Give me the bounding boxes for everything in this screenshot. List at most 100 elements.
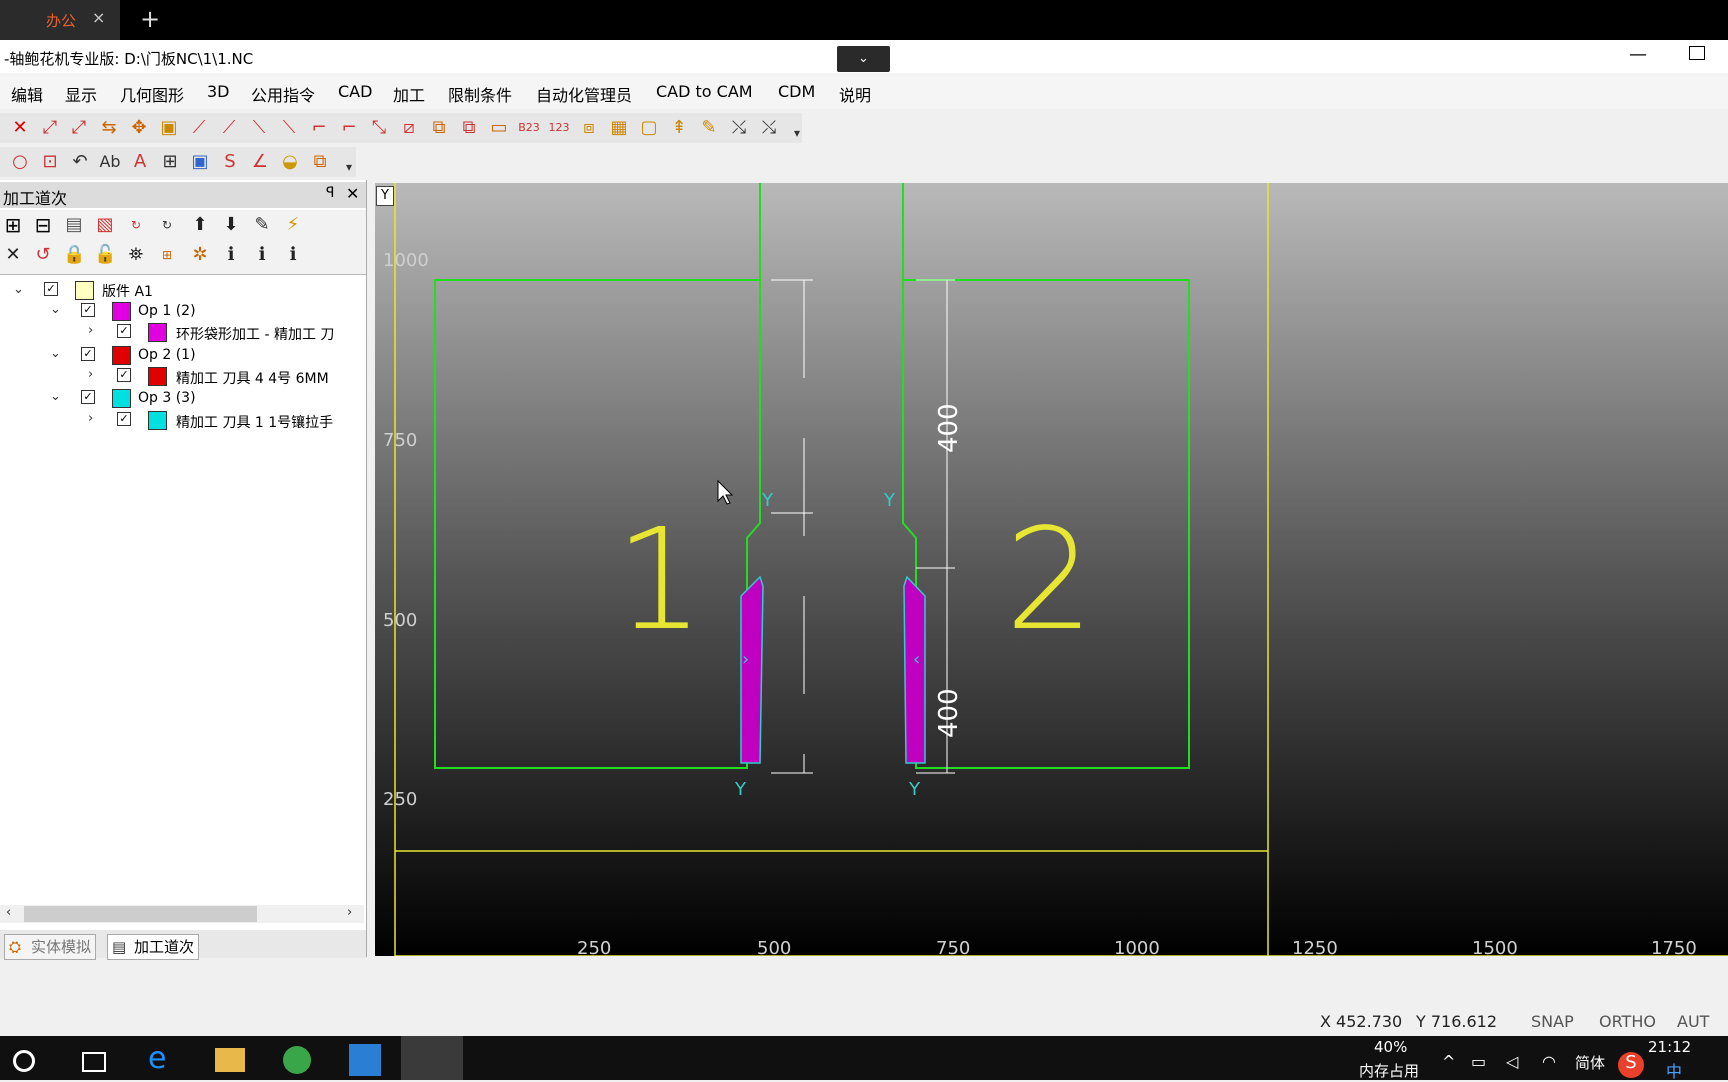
tree-item-op3-detail[interactable]: 精加工 刀具 1 1号镶拉手 bbox=[176, 412, 333, 432]
menu-3d[interactable]: 3D bbox=[207, 82, 230, 101]
menu-automation-manager[interactable]: 自动化管理员 bbox=[536, 82, 632, 106]
lock-icon[interactable]: 🔒 bbox=[63, 244, 85, 266]
panel-close-icon[interactable]: ✕ bbox=[346, 184, 359, 203]
line-edit-icon[interactable]: ⤢ bbox=[39, 117, 61, 139]
menu-machining[interactable]: 加工 bbox=[393, 82, 425, 106]
trim2-icon[interactable]: ⟋ bbox=[218, 117, 240, 139]
align-icon[interactable]: ⇞ bbox=[668, 117, 690, 139]
file-explorer-icon[interactable] bbox=[215, 1048, 245, 1072]
ellipse-icon[interactable]: ◒ bbox=[279, 151, 301, 173]
close-tab-icon[interactable]: × bbox=[92, 8, 105, 27]
renumber-op-icon[interactable]: ↻ bbox=[125, 214, 147, 236]
pin-icon[interactable]: ꟼ bbox=[326, 185, 334, 201]
query2-icon[interactable]: ⤯ bbox=[758, 117, 780, 139]
menu-cdm[interactable]: CDM bbox=[778, 82, 815, 101]
reorder-op-icon[interactable]: ↻ bbox=[156, 214, 178, 236]
rectangle-icon[interactable]: ▭ bbox=[488, 117, 510, 139]
arrow-up-icon[interactable]: ⬆ bbox=[189, 214, 211, 236]
task-view-icon[interactable] bbox=[82, 1052, 106, 1072]
group-icon[interactable]: ⧉ bbox=[428, 117, 450, 139]
tree-checkbox[interactable]: ✓ bbox=[44, 282, 58, 296]
grid-array-icon[interactable]: ▦ bbox=[608, 117, 630, 139]
clock-time[interactable]: 21:12 bbox=[1648, 1038, 1691, 1056]
circle-icon[interactable]: ○ bbox=[9, 151, 31, 173]
scroll-right-icon[interactable]: › bbox=[347, 905, 352, 920]
edge-icon[interactable]: e bbox=[148, 1042, 182, 1076]
toolpath-1[interactable] bbox=[740, 575, 764, 764]
binoculars-icon[interactable]: ⛯ bbox=[125, 244, 147, 266]
add-icon[interactable]: ⊞ bbox=[2, 214, 24, 236]
edit-op-icon[interactable]: ✎ bbox=[251, 214, 273, 236]
ortho-toggle[interactable]: ORTHO bbox=[1599, 1012, 1656, 1031]
query-icon[interactable]: ⤯ bbox=[728, 117, 750, 139]
tree-checkbox[interactable]: ✓ bbox=[81, 390, 95, 404]
volume-mute-icon[interactable]: ◁ bbox=[1506, 1052, 1518, 1071]
ime-language[interactable]: 中 bbox=[1666, 1058, 1682, 1082]
auto-toggle[interactable]: AUT bbox=[1677, 1012, 1709, 1031]
move-icon[interactable]: ✥ bbox=[128, 117, 150, 139]
menu-help[interactable]: 说明 bbox=[839, 82, 871, 106]
panel-2-outline[interactable] bbox=[902, 183, 1190, 769]
undo-icon[interactable]: ↺ bbox=[32, 244, 54, 266]
tree-checkbox[interactable]: ✓ bbox=[117, 412, 131, 426]
browser-icon[interactable] bbox=[283, 1046, 311, 1074]
tree-item-sheet[interactable]: 版件 A1 bbox=[102, 281, 153, 301]
menu-cad-to-cam[interactable]: CAD to CAM bbox=[656, 82, 753, 101]
active-app-icon[interactable] bbox=[401, 1036, 463, 1080]
text-icon[interactable]: Ab bbox=[99, 151, 121, 173]
pen-icon[interactable]: ✎ bbox=[698, 117, 720, 139]
tree-checkbox[interactable]: ✓ bbox=[117, 368, 131, 382]
swap-icon[interactable]: ⇆ bbox=[98, 117, 120, 139]
chevron-right-icon[interactable]: › bbox=[88, 323, 93, 338]
split2-icon[interactable]: ⟍ bbox=[278, 117, 300, 139]
chamfer-icon[interactable]: ⌐ bbox=[338, 117, 360, 139]
menu-view[interactable]: 显示 bbox=[65, 82, 97, 106]
number-op-icon[interactable]: ⊞ bbox=[156, 244, 178, 266]
generate-icon[interactable]: ⚡ bbox=[282, 214, 304, 236]
tree-item-op1-detail[interactable]: 环形袋形加工 - 精加工 刀 bbox=[176, 324, 334, 344]
panel-1-outline[interactable] bbox=[434, 183, 761, 769]
tree-checkbox[interactable]: ✓ bbox=[117, 324, 131, 338]
app-icon[interactable] bbox=[349, 1044, 381, 1076]
fillet-icon[interactable]: ⌐ bbox=[308, 117, 330, 139]
renumber-icon[interactable]: 123 bbox=[548, 117, 570, 139]
tree-checkbox[interactable]: ✓ bbox=[81, 303, 95, 317]
split-icon[interactable]: ⟍ bbox=[248, 117, 270, 139]
wifi-icon[interactable]: ◠ bbox=[1542, 1052, 1556, 1071]
break-icon[interactable]: ⤡ bbox=[368, 117, 390, 139]
chevron-down-icon[interactable]: ⌄ bbox=[50, 389, 61, 404]
scrollbar-thumb[interactable] bbox=[24, 906, 257, 922]
new-tab-button[interactable]: + bbox=[136, 5, 164, 33]
browser-tab[interactable]: 办公 × bbox=[0, 0, 120, 40]
angle-icon[interactable]: ∠ bbox=[249, 151, 271, 173]
array-icon[interactable]: ⧈ bbox=[578, 117, 600, 139]
tab-simulation[interactable]: ⛭ 实体模拟 bbox=[4, 934, 97, 960]
arrow-down-icon[interactable]: ⬇ bbox=[220, 214, 242, 236]
tools-icon[interactable]: ✲ bbox=[189, 244, 211, 266]
delete-icon[interactable]: ✕ bbox=[9, 117, 31, 139]
tray-chevron-up-icon[interactable]: ^ bbox=[1442, 1052, 1455, 1071]
chevron-down-icon[interactable]: ⌄ bbox=[837, 46, 890, 72]
tree-checkbox[interactable]: ✓ bbox=[81, 347, 95, 361]
tree-item-op3[interactable]: Op 3 (3) bbox=[138, 390, 196, 406]
minimize-button[interactable]: — bbox=[1628, 44, 1648, 65]
rectangle-draw-icon[interactable]: ⊡ bbox=[39, 151, 61, 173]
cut-icon[interactable]: ⧄ bbox=[398, 117, 420, 139]
cad-canvas[interactable]: 1000 750 500 250 250 500 750 1000 1250 1… bbox=[375, 183, 1728, 956]
info-edit-icon[interactable]: ℹ bbox=[282, 244, 304, 266]
unlock-icon[interactable]: 🔓 bbox=[94, 244, 116, 266]
line-extend-icon[interactable]: ⤢ bbox=[68, 117, 90, 139]
scroll-left-icon[interactable]: ‹ bbox=[6, 905, 11, 920]
cortana-icon[interactable] bbox=[13, 1050, 35, 1072]
info-icon[interactable]: ℹ bbox=[220, 244, 242, 266]
menu-geometry[interactable]: 几何图形 bbox=[120, 82, 184, 106]
cancel-op-icon[interactable]: ✕ bbox=[2, 244, 24, 266]
restore-button[interactable] bbox=[1689, 46, 1705, 60]
menu-cad[interactable]: CAD bbox=[338, 82, 372, 101]
sogou-ime-icon[interactable]: S bbox=[1618, 1052, 1644, 1078]
dimension-icon[interactable]: ⊞ bbox=[159, 151, 181, 173]
chevron-right-icon[interactable]: › bbox=[88, 411, 93, 426]
tree-item-op1[interactable]: Op 1 (2) bbox=[138, 303, 196, 319]
remove-icon[interactable]: ⊟ bbox=[32, 214, 54, 236]
tab-operations[interactable]: ▤ 加工道次 bbox=[107, 934, 200, 960]
